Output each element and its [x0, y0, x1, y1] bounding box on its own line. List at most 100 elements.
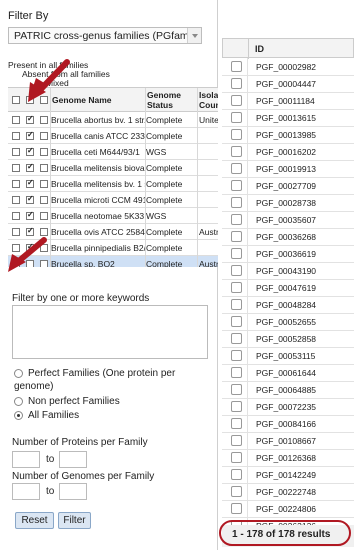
mixed-checkbox[interactable] [40, 148, 48, 156]
genome-row[interactable]: Brucella melitensis bv. 1 stComplete [8, 176, 218, 192]
row-checkbox[interactable] [231, 384, 242, 395]
select-all-mixed-checkbox[interactable] [40, 96, 48, 104]
row-checkbox[interactable] [231, 112, 242, 123]
present-checkbox[interactable] [12, 164, 20, 172]
col-isolation-country[interactable]: Isolation Country [199, 88, 218, 112]
absent-checkbox[interactable] [26, 194, 34, 204]
absent-checkbox[interactable] [26, 242, 34, 252]
present-checkbox[interactable] [12, 244, 20, 252]
present-checkbox[interactable] [12, 116, 20, 124]
result-row[interactable]: PGF_00072235 [222, 398, 354, 416]
row-checkbox[interactable] [231, 418, 242, 429]
result-row[interactable]: PGF_00013615 [222, 109, 354, 127]
row-checkbox[interactable] [231, 435, 242, 446]
row-checkbox[interactable] [231, 78, 242, 89]
row-checkbox[interactable] [231, 146, 242, 157]
result-row[interactable]: PGF_00142249 [222, 466, 354, 484]
absent-checkbox[interactable] [26, 226, 34, 236]
result-row[interactable]: PGF_00064885 [222, 381, 354, 399]
chevron-down-icon[interactable] [187, 28, 201, 43]
absent-checkbox[interactable] [26, 210, 34, 220]
row-checkbox[interactable] [231, 180, 242, 191]
absent-checkbox[interactable] [26, 162, 34, 172]
present-checkbox[interactable] [12, 258, 20, 267]
row-checkbox[interactable] [231, 469, 242, 480]
result-row[interactable]: PGF_00036619 [222, 245, 354, 263]
row-checkbox[interactable] [231, 350, 242, 361]
result-row[interactable]: PGF_00016202 [222, 143, 354, 161]
proteins-min-input[interactable] [12, 451, 40, 468]
genome-row[interactable]: Brucella melitensis biovarComplete [8, 160, 218, 176]
result-row[interactable]: PGF_00027709 [222, 177, 354, 195]
row-checkbox[interactable] [231, 231, 242, 242]
result-row[interactable]: PGF_00084166 [222, 415, 354, 433]
select-all-present-checkbox[interactable] [12, 96, 20, 104]
genome-row[interactable]: Brucella pinnipedialis B2/Complete [8, 240, 218, 256]
result-row[interactable]: PGF_00052655 [222, 313, 354, 331]
row-checkbox[interactable] [231, 197, 242, 208]
row-checkbox[interactable] [231, 95, 242, 106]
result-row[interactable]: PGF_00035607 [222, 211, 354, 229]
genomes-min-input[interactable] [12, 483, 40, 500]
row-checkbox[interactable] [231, 401, 242, 412]
present-checkbox[interactable] [12, 196, 20, 204]
result-row[interactable]: PGF_00036268 [222, 228, 354, 246]
col-genome-status[interactable]: Genome Status [147, 88, 195, 112]
mixed-checkbox[interactable] [40, 212, 48, 220]
family-type-select[interactable]: PATRIC cross-genus families (PGfams) [8, 27, 202, 44]
present-checkbox[interactable] [12, 180, 20, 188]
result-row[interactable]: PGF_00013985 [222, 126, 354, 144]
present-checkbox[interactable] [12, 132, 20, 140]
select-all-absent-checkbox[interactable] [26, 96, 34, 104]
result-row[interactable]: PGF_00002982 [222, 58, 354, 76]
absent-checkbox[interactable] [26, 130, 34, 140]
result-row[interactable]: PGF_00011184 [222, 92, 354, 110]
result-row[interactable]: PGF_00004447 [222, 75, 354, 93]
row-checkbox[interactable] [231, 503, 242, 514]
row-checkbox[interactable] [231, 316, 242, 327]
reset-button[interactable]: Reset [15, 512, 54, 529]
genome-row[interactable]: Brucella sp. BO2 Complete Austr [8, 256, 218, 267]
result-row[interactable]: PGF_00108667 [222, 432, 354, 450]
keyword-filter-input[interactable] [12, 305, 208, 359]
genome-row[interactable]: Brucella ceti M644/93/1 WGS [8, 144, 218, 160]
mixed-checkbox[interactable] [40, 132, 48, 140]
absent-checkbox[interactable] [26, 260, 34, 267]
all-families-radio[interactable] [14, 411, 23, 420]
result-row[interactable]: PGF_00028738 [222, 194, 354, 212]
col-id[interactable]: ID [255, 44, 264, 54]
row-checkbox[interactable] [231, 333, 242, 344]
mixed-checkbox[interactable] [40, 180, 48, 188]
row-checkbox[interactable] [231, 248, 242, 259]
row-checkbox[interactable] [231, 452, 242, 463]
result-row[interactable]: PGF_00052858 [222, 330, 354, 348]
absent-checkbox[interactable] [26, 114, 34, 124]
mixed-checkbox[interactable] [40, 228, 48, 236]
mixed-checkbox[interactable] [40, 244, 48, 252]
row-checkbox[interactable] [231, 265, 242, 276]
row-checkbox[interactable] [231, 299, 242, 310]
row-checkbox[interactable] [231, 486, 242, 497]
mixed-checkbox[interactable] [40, 116, 48, 124]
genomes-max-input[interactable] [59, 483, 87, 500]
row-checkbox[interactable] [231, 282, 242, 293]
genome-row[interactable]: Brucella ovis ATCC 25840Complete Austr [8, 224, 218, 240]
absent-checkbox[interactable] [26, 178, 34, 188]
row-checkbox[interactable] [231, 61, 242, 72]
col-genome-name[interactable]: Genome Name [52, 88, 144, 112]
row-checkbox[interactable] [231, 214, 242, 225]
genome-row[interactable]: Brucella canis ATCC 2336Complete [8, 128, 218, 144]
proteins-max-input[interactable] [59, 451, 87, 468]
mixed-checkbox[interactable] [40, 164, 48, 172]
non-perfect-families-radio[interactable] [14, 397, 23, 406]
genome-row[interactable]: Brucella neotomae 5K33WGS [8, 208, 218, 224]
result-row[interactable]: PGF_00053115 [222, 347, 354, 365]
filter-button[interactable]: Filter [58, 512, 91, 529]
row-checkbox[interactable] [231, 163, 242, 174]
present-checkbox[interactable] [12, 228, 20, 236]
absent-checkbox[interactable] [26, 146, 34, 156]
mixed-checkbox[interactable] [40, 260, 48, 267]
present-checkbox[interactable] [12, 148, 20, 156]
row-checkbox[interactable] [231, 367, 242, 378]
genome-row[interactable]: Brucella abortus bv. 1 str.Complete Unite [8, 112, 218, 128]
